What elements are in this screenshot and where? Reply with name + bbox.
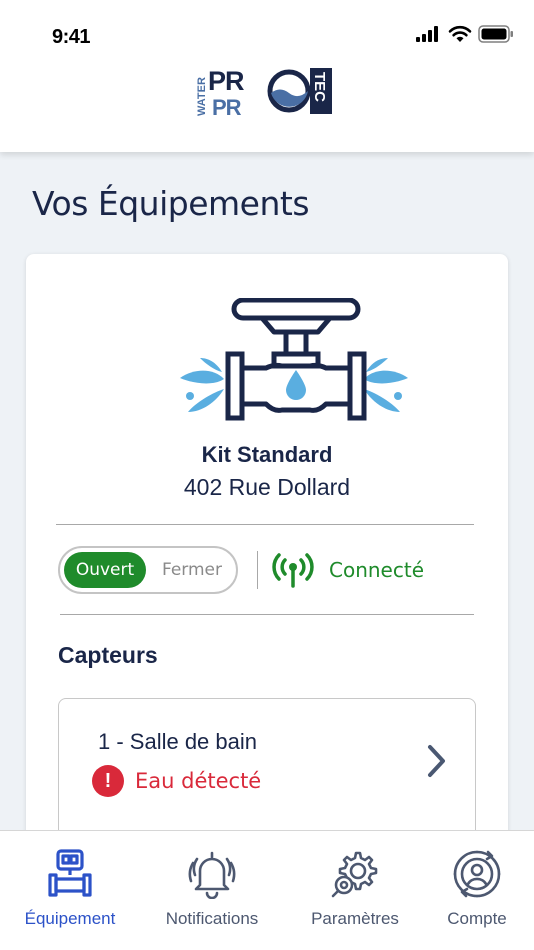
status-bar: 9:41 xyxy=(0,0,534,62)
wireless-signal-icon xyxy=(272,553,314,588)
valve-close-option[interactable]: Fermer xyxy=(150,552,234,588)
nav-tab-account[interactable]: Compte xyxy=(417,849,534,929)
app-header: 9:41 WATER PR PR TEC xyxy=(0,0,534,152)
divider xyxy=(56,524,474,525)
nav-label: Compte xyxy=(447,909,507,928)
water-valve-icon xyxy=(180,298,408,421)
divider xyxy=(60,614,474,615)
sensor-status: Eau détecté xyxy=(135,769,262,793)
cellular-signal-icon xyxy=(416,26,438,42)
svg-text:WATER: WATER xyxy=(196,77,208,116)
sensor-name: 1 - Salle de bain xyxy=(98,729,257,754)
vertical-divider xyxy=(257,551,258,589)
equipment-card: Kit Standard 402 Rue Dollard Ouvert Ferm… xyxy=(26,254,508,894)
page-title: Vos Équipements xyxy=(32,184,310,223)
account-icon xyxy=(453,850,501,898)
gears-icon xyxy=(331,851,378,898)
nav-label: Paramètres xyxy=(311,909,399,928)
nav-tab-equipment[interactable]: Équipement xyxy=(10,849,130,929)
nav-label: Notifications xyxy=(165,909,259,928)
svg-text:PR: PR xyxy=(212,95,242,118)
bell-icon xyxy=(188,851,236,899)
svg-text:TEC: TEC xyxy=(311,72,328,102)
svg-text:PR: PR xyxy=(208,66,244,96)
nav-label: Équipement xyxy=(24,909,116,928)
valve-open-option[interactable]: Ouvert xyxy=(64,552,146,588)
wifi-icon xyxy=(448,25,472,42)
status-icons xyxy=(416,25,514,43)
equipment-name: Kit Standard xyxy=(201,442,333,467)
equipment-address: 402 Rue Dollard xyxy=(183,474,351,500)
battery-icon xyxy=(478,25,513,43)
sensors-heading: Capteurs xyxy=(58,642,158,668)
valve-toggle[interactable]: Ouvert Fermer xyxy=(58,546,238,594)
nav-tab-notifications[interactable]: Notifications xyxy=(152,849,272,929)
bottom-navigation: Équipement Notifications Paramètres Comp… xyxy=(0,830,534,950)
nav-tab-settings[interactable]: Paramètres xyxy=(295,849,415,929)
status-time: 9:41 xyxy=(52,26,91,48)
waterprotec-logo: WATER PR PR TEC xyxy=(196,66,332,118)
equipment-icon xyxy=(48,849,92,897)
chevron-right-icon[interactable] xyxy=(425,743,449,779)
exclamation-alert-icon: ! xyxy=(92,765,124,797)
connection-status: Connecté xyxy=(329,558,424,582)
